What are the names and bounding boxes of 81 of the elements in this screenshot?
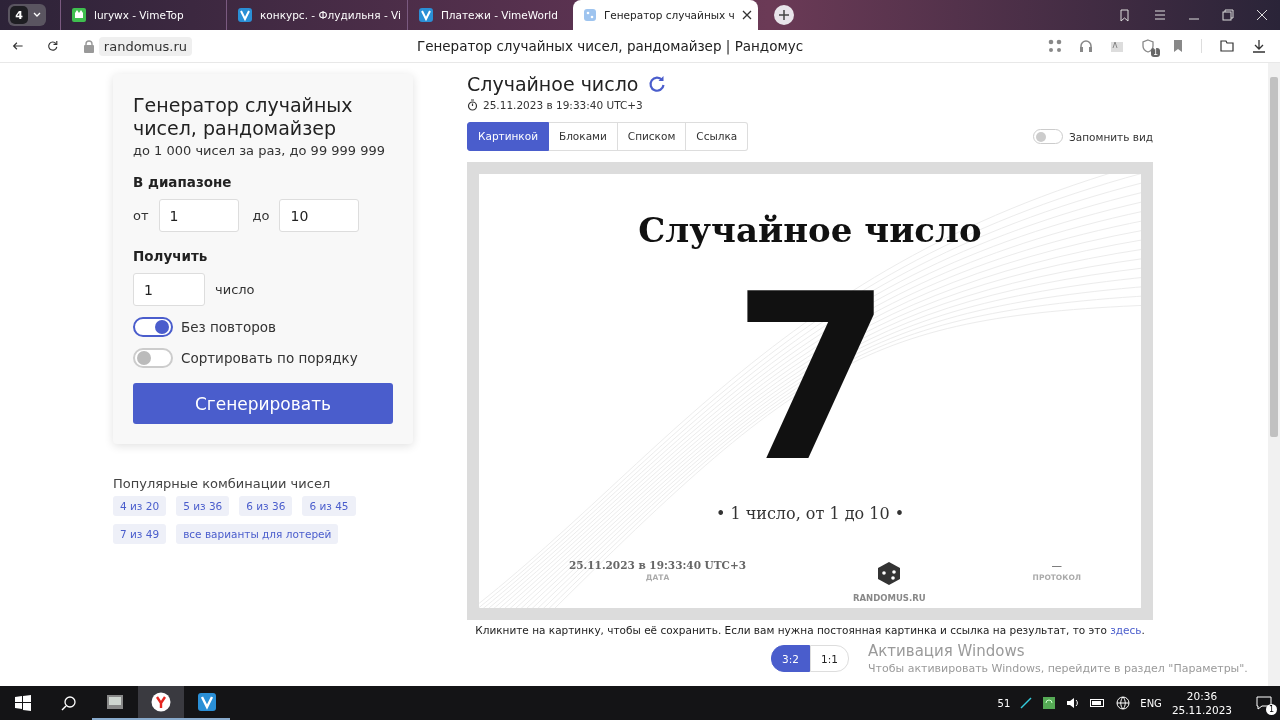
- tab-count: 4: [10, 6, 28, 24]
- battery-icon[interactable]: [1090, 698, 1107, 708]
- language-indicator[interactable]: ENG: [1140, 697, 1162, 709]
- lock-icon: [82, 39, 95, 53]
- reload-icon[interactable]: [47, 39, 59, 53]
- refresh-icon[interactable]: [648, 75, 667, 93]
- generator-subtitle: до 1 000 чисел за раз, до 99 999 999: [133, 143, 387, 158]
- ratio-button[interactable]: 3:2: [771, 645, 810, 672]
- browser-icon: [151, 692, 171, 712]
- volume-icon[interactable]: [1066, 696, 1081, 710]
- view-tab[interactable]: Ссылка: [686, 122, 749, 151]
- back-icon[interactable]: [12, 39, 24, 53]
- from-field[interactable]: 1: [158, 199, 239, 232]
- taskbar-app[interactable]: [138, 686, 184, 720]
- to-field[interactable]: 10: [279, 199, 360, 232]
- date: 25.11.2023: [1171, 703, 1232, 717]
- random-number: 7: [731, 284, 888, 474]
- screen-icon: [106, 694, 124, 710]
- generator-title: Генератор случайных чисел, рандомайзер: [133, 94, 354, 140]
- headphones-icon[interactable]: [1079, 39, 1093, 53]
- clock[interactable]: 20:36 25.11.2023: [1171, 689, 1232, 717]
- combination-link[interactable]: 6 из 36: [239, 496, 293, 516]
- bookmarks-icon[interactable]: [1118, 8, 1132, 22]
- close-icon[interactable]: [1256, 9, 1268, 21]
- range-label: В диапазоне: [133, 174, 233, 190]
- count-label: Получить: [133, 248, 209, 264]
- combination-link[interactable]: 7 из 49: [113, 524, 167, 544]
- page-title: Генератор случайных чисел, рандомайзер | Рандомус: [415, 38, 805, 54]
- collections-icon[interactable]: [1219, 38, 1235, 54]
- ratio-button[interactable]: 1:1: [810, 645, 849, 672]
- toggle-label: Без повторов: [181, 319, 276, 335]
- search-icon: [61, 695, 77, 711]
- combination-link[interactable]: 6 из 45: [302, 496, 356, 516]
- plus-icon: [778, 10, 789, 20]
- combination-link[interactable]: 5 из 36: [176, 496, 230, 516]
- result-title: Случайное число: [467, 73, 639, 95]
- stopwatch-icon: [467, 99, 478, 111]
- protocol-value: —: [1051, 559, 1063, 571]
- image-date: 25.11.2023 в 19:33:40 UTC+3: [569, 559, 747, 571]
- windows-icon: [15, 695, 31, 711]
- activation-text: Чтобы активировать Windows, перейдите в раздел "Параметры".: [868, 661, 1248, 676]
- menu-icon[interactable]: [1154, 9, 1166, 21]
- new-tab-button[interactable]: [773, 5, 794, 25]
- toggle-label: Сортировать по порядку: [181, 350, 358, 366]
- combination-link[interactable]: 4 из 20: [113, 496, 167, 516]
- view-tab[interactable]: Блоками: [548, 122, 618, 151]
- generate-button[interactable]: Сгенерировать: [133, 383, 393, 424]
- timestamp: 25.11.2023 в 19:33:40 UTC+3: [483, 99, 643, 111]
- toggle-switch[interactable]: [133, 317, 173, 337]
- brand-label: RANDOMUS.RU: [853, 593, 926, 603]
- from-label: от: [133, 208, 149, 223]
- remember-label: Запомнить вид: [1069, 130, 1153, 143]
- globe-icon[interactable]: [1116, 696, 1131, 710]
- address-field[interactable]: randomus.ru: [98, 36, 192, 56]
- scrollbar[interactable]: [1268, 63, 1280, 686]
- count-field[interactable]: 1: [133, 273, 205, 306]
- notifications-icon[interactable]: [1256, 695, 1272, 711]
- time: 20:36: [1186, 689, 1218, 703]
- notification-count: 1: [1266, 704, 1277, 715]
- save-hint: Кликните на картинку, чтобы её сохранить. Если вам нужна постоянная картинка и ссылка на результат, то это здесь.: [474, 624, 1146, 636]
- bookmark-icon[interactable]: [1172, 39, 1184, 53]
- activation-title: Активация Windows: [868, 642, 1026, 660]
- dice-icon: [582, 8, 597, 22]
- restore-icon[interactable]: [1222, 9, 1234, 21]
- view-tab[interactable]: Картинкой: [467, 122, 549, 151]
- browser-tab[interactable]: Генератор случайных ч: [572, 0, 758, 30]
- translate-icon[interactable]: [1110, 39, 1124, 53]
- download-icon[interactable]: [1252, 39, 1266, 53]
- view-tab[interactable]: Списком: [617, 122, 687, 151]
- protection-count: 1: [1150, 48, 1160, 57]
- count-unit: число: [215, 282, 255, 297]
- tab-count-button[interactable]: 4: [8, 4, 46, 26]
- image-caption: • 1 число, от 1 до 10 •: [715, 504, 905, 523]
- popular-title: Популярные комбинации чисел: [113, 476, 332, 491]
- image-heading: Случайное число: [638, 210, 982, 250]
- to-label: до: [252, 208, 270, 223]
- battery-percent: 51: [997, 697, 1011, 709]
- close-icon: [741, 10, 752, 20]
- apps-icon[interactable]: [1048, 39, 1062, 53]
- shield-icon[interactable]: [1141, 39, 1155, 53]
- combination-link[interactable]: все варианты для лотерей: [176, 524, 339, 544]
